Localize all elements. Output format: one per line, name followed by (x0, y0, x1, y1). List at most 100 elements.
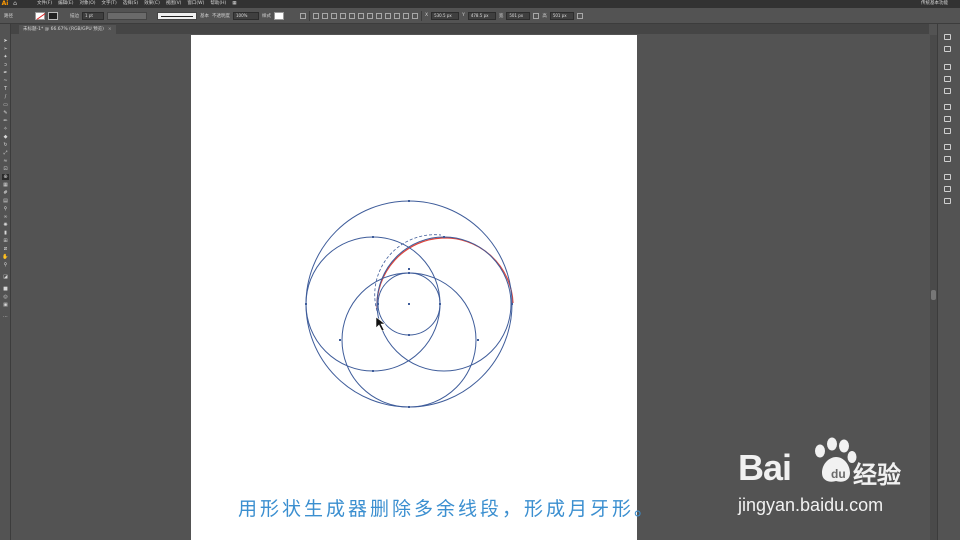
workspace-label[interactable]: 传统基本功能 (921, 0, 948, 8)
graph-tool-icon[interactable]: ▮ (2, 230, 9, 236)
artboard-tool-icon[interactable]: ⊞ (2, 238, 9, 244)
color-mode-icon[interactable]: ■ (2, 286, 9, 292)
menu-effect[interactable]: 效果(C) (141, 0, 163, 8)
workspace-switcher-icon[interactable]: ▦ (229, 0, 239, 8)
menu-edit[interactable]: 编辑(E) (55, 0, 76, 8)
distribute-middle-icon[interactable] (376, 12, 382, 19)
transparency-panel-icon[interactable] (944, 128, 951, 134)
mesh-tool-icon[interactable]: # (2, 190, 9, 196)
style-label[interactable]: 样式 (262, 13, 271, 19)
align-middle-icon[interactable] (349, 12, 355, 19)
color-guide-panel-icon[interactable] (944, 76, 951, 82)
blend-tool-icon[interactable]: ∞ (2, 214, 9, 220)
appearance-panel-icon[interactable] (944, 144, 951, 150)
graphic-style-swatch[interactable] (274, 11, 284, 20)
artboard[interactable] (191, 35, 637, 540)
shaper-tool-icon[interactable]: ✧ (2, 126, 9, 132)
menu-type[interactable]: 文字(T) (99, 0, 120, 8)
menu-object[interactable]: 对象(O) (76, 0, 98, 8)
perspective-grid-tool-icon[interactable]: ▦ (2, 182, 9, 188)
properties-panel-icon[interactable] (944, 34, 951, 40)
color-panel-icon[interactable] (944, 64, 951, 70)
stroke-label[interactable]: 描边 (70, 13, 79, 19)
separator (421, 10, 422, 21)
asset-export-panel-icon[interactable] (944, 198, 951, 204)
gradient-panel-icon[interactable] (944, 116, 951, 122)
stroke-panel-icon[interactable] (944, 104, 951, 110)
x-field[interactable]: 530.5 px (431, 11, 460, 20)
crescent-shape[interactable] (376, 237, 514, 310)
menu-select[interactable]: 选择(S) (120, 0, 141, 8)
gradient-tool-icon[interactable]: ▤ (2, 198, 9, 204)
scrollbar-thumb[interactable] (931, 290, 936, 300)
magic-wand-tool-icon[interactable]: ✦ (2, 54, 9, 60)
stroke-swatch[interactable] (48, 11, 58, 20)
distribute-bottom-icon[interactable] (385, 12, 391, 19)
distribute-top-icon[interactable] (367, 12, 373, 19)
stroke-weight-field[interactable]: 1 pt (82, 11, 104, 20)
y-field[interactable]: 478.5 px (467, 11, 496, 20)
opacity-field[interactable]: 100% (233, 11, 259, 20)
eyedropper-tool-icon[interactable]: ⚲ (2, 206, 9, 212)
variable-width-dropdown[interactable] (107, 11, 147, 20)
close-tab-icon[interactable]: × (108, 25, 112, 34)
selection-tool-icon[interactable]: ➤ (2, 38, 9, 44)
document-tab[interactable]: 未标题-1* @ 66.67% (RGB/GPU 预览) × (19, 25, 116, 34)
width-field[interactable]: 501 px (506, 11, 531, 20)
width-tool-icon[interactable]: ≈ (2, 158, 9, 164)
menu-bar: Ai ⌂ 文件(F) 编辑(E) 对象(O) 文字(T) 选择(S) 效果(C)… (0, 0, 960, 8)
align-center-icon[interactable] (322, 12, 328, 19)
align-left-icon[interactable] (313, 12, 319, 19)
fill-swatch[interactable] (35, 11, 45, 20)
opacity-label[interactable]: 不透明度 (212, 13, 230, 19)
align-bottom-icon[interactable] (358, 12, 364, 19)
transform-options-icon[interactable] (576, 12, 583, 19)
screen-mode-icon[interactable]: ▣ (2, 302, 9, 308)
constrain-proportions-icon[interactable] (533, 12, 540, 19)
hand-tool-icon[interactable]: ✋ (2, 254, 9, 260)
free-transform-tool-icon[interactable]: ⊡ (2, 166, 9, 172)
rectangle-tool-icon[interactable]: ▭ (2, 102, 9, 108)
paintbrush-tool-icon[interactable]: ✎ (2, 110, 9, 116)
distribute-right-icon[interactable] (412, 12, 418, 19)
align-top-icon[interactable] (340, 12, 346, 19)
zoom-tool-icon[interactable]: ⚲ (2, 262, 9, 268)
curvature-tool-icon[interactable]: ~ (2, 78, 9, 84)
distribute-left-icon[interactable] (394, 12, 400, 19)
direct-selection-tool-icon[interactable]: ➢ (2, 46, 9, 52)
rotate-tool-icon[interactable]: ↻ (2, 142, 9, 148)
x-label: X (425, 13, 429, 18)
eraser-tool-icon[interactable]: ◆ (2, 134, 9, 140)
drawing-mode-icon[interactable]: ◎ (2, 294, 9, 300)
anchor-point (408, 200, 410, 202)
line-tool-icon[interactable]: / (2, 94, 9, 100)
scale-tool-icon[interactable]: ⤢ (2, 150, 9, 156)
align-right-icon[interactable] (331, 12, 337, 19)
symbol-sprayer-tool-icon[interactable]: ✺ (2, 222, 9, 228)
artwork-canvas[interactable] (191, 35, 637, 540)
swatches-panel-icon[interactable] (944, 88, 951, 94)
artboards-panel-icon[interactable] (944, 186, 951, 192)
edit-toolbar-icon[interactable]: ⋯ (2, 314, 9, 320)
menu-file[interactable]: 文件(F) (34, 0, 55, 8)
menu-help[interactable]: 帮助(H) (207, 0, 229, 8)
fill-stroke-widget-icon[interactable]: ◪ (2, 274, 9, 280)
libraries-panel-icon[interactable] (944, 46, 951, 52)
pencil-tool-icon[interactable]: ✏ (2, 118, 9, 124)
brush-preview[interactable] (157, 11, 197, 20)
height-field[interactable]: 501 px (549, 11, 574, 20)
layers-panel-icon[interactable] (944, 174, 951, 180)
menu-window[interactable]: 窗口(W) (184, 0, 207, 8)
graphic-styles-panel-icon[interactable] (944, 156, 951, 162)
vertical-scrollbar[interactable] (930, 35, 937, 540)
recolor-icon[interactable] (300, 12, 306, 19)
home-icon[interactable]: ⌂ (10, 0, 20, 8)
menu-view[interactable]: 视图(V) (163, 0, 185, 8)
slice-tool-icon[interactable]: ⧄ (2, 246, 9, 252)
brush-style-label[interactable]: 基本 (200, 13, 209, 19)
shape-builder-tool-icon[interactable]: ⊕ (2, 174, 9, 180)
lasso-tool-icon[interactable]: ↄ (2, 62, 9, 68)
distribute-center-icon[interactable] (403, 12, 409, 19)
type-tool-icon[interactable]: T (2, 86, 9, 92)
pen-tool-icon[interactable]: ✒ (2, 70, 9, 76)
